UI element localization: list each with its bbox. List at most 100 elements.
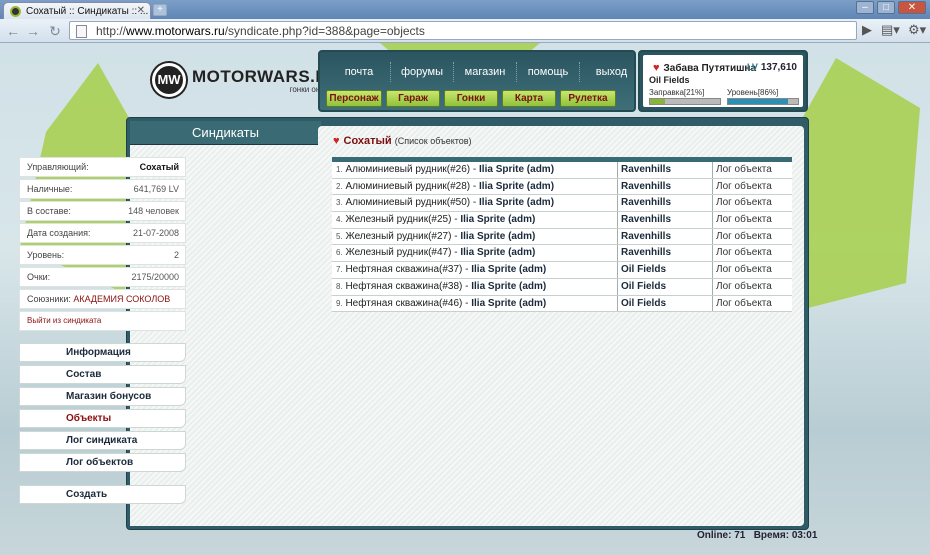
- logo-mark: MW: [152, 63, 186, 97]
- leave-syndicate-row: Выйти из синдиката: [19, 311, 186, 331]
- nav-map-button[interactable]: Карта: [502, 90, 556, 107]
- nav-row-game: Персонаж Гараж Гонки Карта Рулетка: [326, 90, 616, 107]
- page-menu-icon[interactable]: ▤▾: [881, 22, 900, 38]
- tab-close-icon[interactable]: ✕: [137, 5, 145, 16]
- object-owner[interactable]: Ilia Sprite (adm): [479, 197, 554, 208]
- site-logo[interactable]: MW MOTORWARS.RU гонки он-лайн: [152, 63, 341, 97]
- address-bar[interactable]: http://www.motorwars.ru/syndicate.php?id…: [69, 21, 857, 40]
- fuel-bar-fill: [650, 99, 665, 104]
- row-number: 6.: [336, 248, 343, 258]
- info-cash: Наличные: 641,769 LV: [19, 179, 186, 199]
- page-icon: [76, 25, 87, 38]
- object-name[interactable]: Железный рудник(#27): [345, 231, 451, 242]
- maximize-icon[interactable]: □: [877, 1, 895, 14]
- info-value: 2: [173, 250, 179, 260]
- user-name[interactable]: Забава Путятишна: [664, 63, 757, 74]
- minimize-icon[interactable]: –: [856, 1, 874, 14]
- close-window-icon[interactable]: ✕: [898, 1, 926, 14]
- info-value: 2175/20000: [131, 272, 179, 282]
- new-tab-button[interactable]: +: [153, 4, 167, 16]
- browser-tab[interactable]: Сохатый :: Синдикаты :: ... ✕: [3, 2, 151, 19]
- object-owner[interactable]: Ilia Sprite (adm): [471, 298, 546, 309]
- reload-icon[interactable]: ↻: [46, 22, 64, 40]
- object-location: Ravenhills: [617, 178, 712, 195]
- object-log-link[interactable]: Лог объекта: [712, 228, 792, 245]
- go-arrow-icon[interactable]: ▶: [862, 22, 872, 38]
- row-number: 4.: [336, 215, 343, 225]
- menu-syndicate-log-button[interactable]: Лог синдиката: [19, 431, 186, 450]
- object-owner[interactable]: Ilia Sprite (adm): [479, 181, 554, 192]
- table-row: 5. Железный рудник(#27) - Ilia Sprite (a…: [332, 228, 792, 246]
- table-row: 1. Алюминиевый рудник(#26) - Ilia Sprite…: [332, 162, 792, 179]
- forward-arrow-icon[interactable]: →: [24, 22, 42, 40]
- object-name[interactable]: Нефтяная скважина(#37): [345, 264, 462, 275]
- object-cell: 5. Железный рудник(#27) - Ilia Sprite (a…: [336, 230, 536, 242]
- info-label: Управляющий:: [27, 162, 89, 172]
- object-owner[interactable]: Ilia Sprite (adm): [460, 214, 535, 225]
- leave-syndicate-link[interactable]: Выйти из синдиката: [27, 316, 101, 325]
- allies-link[interactable]: АКАДЕМИЯ СОКОЛОВ: [73, 294, 170, 304]
- table-row: 7. Нефтяная скважина(#37) - Ilia Sprite …: [332, 262, 792, 279]
- object-log-link[interactable]: Лог объекта: [712, 162, 792, 178]
- nav-forums[interactable]: форумы: [391, 62, 454, 82]
- nav-roulette-button[interactable]: Рулетка: [560, 90, 616, 107]
- object-log-link[interactable]: Лог объекта: [712, 295, 792, 312]
- nav-help[interactable]: помощь: [517, 62, 580, 82]
- objects-table: 1. Алюминиевый рудник(#26) - Ilia Sprite…: [332, 157, 792, 313]
- nav-logout[interactable]: выход: [580, 62, 643, 82]
- table-row: 2. Алюминиевый рудник(#28) - Ilia Sprite…: [332, 178, 792, 196]
- content-subtitle: (Список объектов): [394, 136, 472, 146]
- table-row: 9. Нефтяная скважина(#46) - Ilia Sprite …: [332, 295, 792, 313]
- info-value[interactable]: Сохатый: [140, 162, 179, 172]
- create-button[interactable]: Создать: [19, 485, 186, 504]
- object-name[interactable]: Железный рудник(#47): [345, 247, 451, 258]
- nav-garage-button[interactable]: Гараж: [386, 90, 440, 107]
- nav-character-button[interactable]: Персонаж: [326, 90, 382, 107]
- object-location: Ravenhills: [617, 162, 712, 178]
- object-location: Oil Fields: [617, 278, 712, 295]
- menu-bonus-shop-button[interactable]: Магазин бонусов: [19, 387, 186, 406]
- object-log-link[interactable]: Лог объекта: [712, 245, 792, 262]
- object-cell: 2. Алюминиевый рудник(#28) - Ilia Sprite…: [336, 180, 555, 192]
- object-name[interactable]: Железный рудник(#25): [345, 214, 451, 225]
- info-created: Дата создания: 21-07-2008: [19, 223, 186, 243]
- nav-races-button[interactable]: Гонки: [444, 90, 498, 107]
- object-owner[interactable]: Ilia Sprite (adm): [460, 231, 535, 242]
- currency-label: LV: [747, 62, 758, 72]
- menu-objects-button[interactable]: Объекты: [19, 409, 186, 428]
- info-level: Уровень: 2: [19, 245, 186, 265]
- object-log-link[interactable]: Лог объекта: [712, 212, 792, 228]
- object-log-link[interactable]: Лог объекта: [712, 178, 792, 195]
- object-name[interactable]: Алюминиевый рудник(#50): [345, 197, 470, 208]
- info-value: 21-07-2008: [132, 228, 179, 238]
- object-owner[interactable]: Ilia Sprite (adm): [479, 164, 554, 175]
- object-name[interactable]: Алюминиевый рудник(#26): [345, 164, 470, 175]
- allies-label: Союзники:: [27, 294, 71, 304]
- object-cell: 8. Нефтяная скважина(#38) - Ilia Sprite …: [336, 280, 547, 292]
- object-cell: 6. Железный рудник(#47) - Ilia Sprite (a…: [336, 247, 536, 259]
- back-arrow-icon[interactable]: ←: [4, 22, 22, 40]
- object-log-link[interactable]: Лог объекта: [712, 278, 792, 295]
- heart-icon: ♥: [653, 62, 660, 74]
- row-number: 3.: [336, 198, 343, 208]
- object-log-link[interactable]: Лог объекта: [712, 262, 792, 278]
- menu-members-button[interactable]: Состав: [19, 365, 186, 384]
- info-label: Очки:: [27, 272, 51, 282]
- table-row: 6. Железный рудник(#47) - Ilia Sprite (a…: [332, 245, 792, 263]
- object-log-link[interactable]: Лог объекта: [712, 195, 792, 212]
- object-name[interactable]: Алюминиевый рудник(#28): [345, 181, 470, 192]
- object-owner[interactable]: Ilia Sprite (adm): [460, 247, 535, 258]
- object-name[interactable]: Нефтяная скважина(#38): [345, 281, 462, 292]
- info-label: В составе:: [27, 206, 71, 216]
- main-navigation: почта форумы магазин помощь выход Персон…: [318, 50, 636, 112]
- menu-info-button[interactable]: Информация: [19, 343, 186, 362]
- object-owner[interactable]: Ilia Sprite (adm): [471, 264, 546, 275]
- window-controls: – □ ✕: [856, 1, 926, 14]
- object-location: Oil Fields: [617, 295, 712, 312]
- object-name[interactable]: Нефтяная скважина(#46): [345, 298, 462, 309]
- wrench-icon[interactable]: ⚙▾: [908, 22, 926, 38]
- nav-mail[interactable]: почта: [328, 62, 391, 82]
- nav-shop[interactable]: магазин: [454, 62, 517, 82]
- menu-objects-log-button[interactable]: Лог объектов: [19, 453, 186, 472]
- object-owner[interactable]: Ilia Sprite (adm): [471, 281, 546, 292]
